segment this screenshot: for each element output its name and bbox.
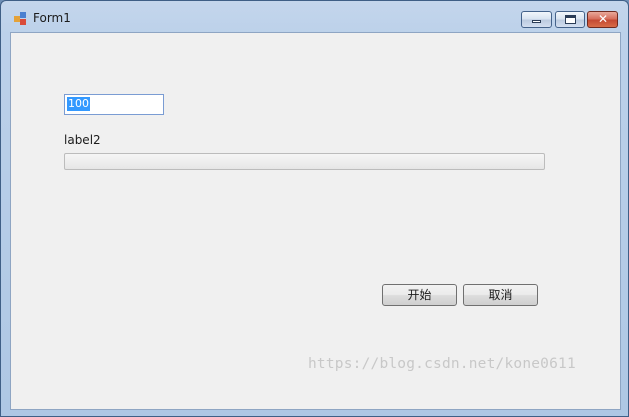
- minimize-icon: [532, 20, 541, 23]
- watermark: https://blog.csdn.net/kone0611: [308, 356, 576, 372]
- form-window: Form1 ✕ 100 label2 开始 取消 https://blog.cs…: [0, 0, 629, 417]
- cancel-button[interactable]: 取消: [463, 284, 538, 306]
- number-input[interactable]: 100: [64, 94, 164, 115]
- title-bar[interactable]: Form1 ✕: [1, 1, 628, 33]
- maximize-button[interactable]: [555, 11, 585, 28]
- window-title: Form1: [33, 11, 71, 25]
- maximize-icon: [565, 15, 576, 24]
- progress-bar: [64, 153, 545, 170]
- close-icon: ✕: [598, 12, 609, 26]
- minimize-button[interactable]: [521, 11, 552, 28]
- client-area: 100 label2 开始 取消: [10, 32, 621, 410]
- start-button[interactable]: 开始: [382, 284, 457, 306]
- label2: label2: [64, 133, 101, 147]
- close-button[interactable]: ✕: [587, 11, 618, 28]
- selected-text: 100: [67, 97, 90, 111]
- app-icon: [14, 12, 28, 26]
